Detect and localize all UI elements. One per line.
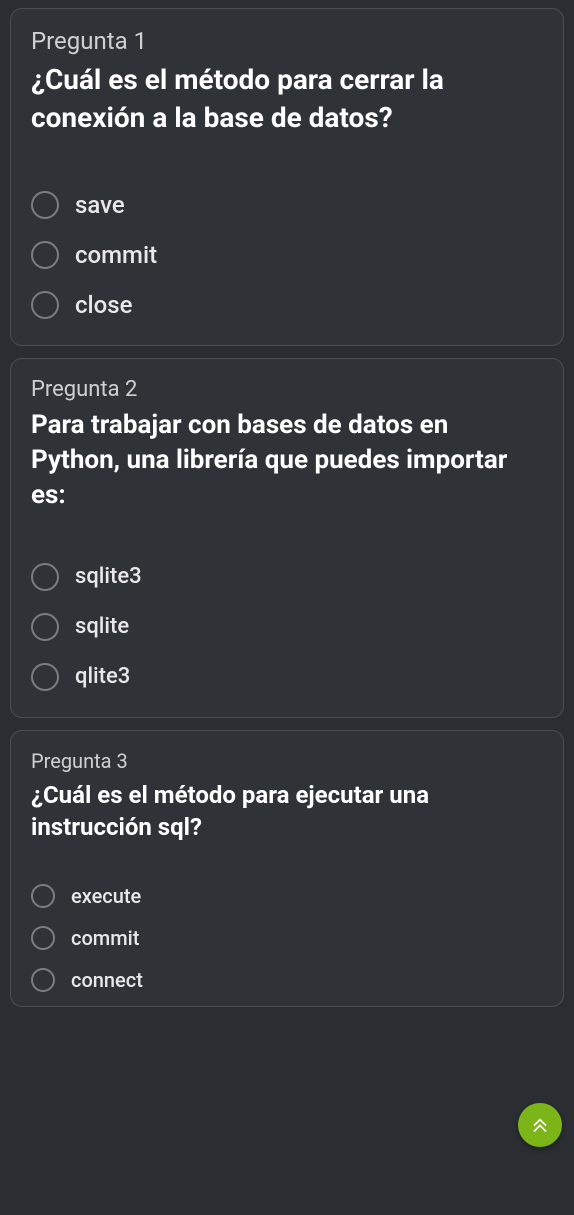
option-label: connect [71,968,143,992]
question-text: Para trabajar con bases de datos en Pyth… [31,408,543,513]
radio-icon [31,563,59,591]
radio-icon [31,191,59,219]
option-label: close [75,291,132,319]
option-label: commit [75,241,157,269]
radio-icon [31,663,59,691]
option-sqlite[interactable]: sqlite [31,609,543,645]
question-card-1: Pregunta 1 ¿Cuál es el método para cerra… [10,8,564,346]
option-commit[interactable]: commit [31,922,543,954]
radio-icon [31,926,55,950]
question-text: ¿Cuál es el método para ejecutar una ins… [31,779,543,844]
option-sqlite3[interactable]: sqlite3 [31,559,543,595]
option-label: qlite3 [75,664,130,689]
option-connect[interactable]: connect [31,964,543,996]
scroll-to-top-button[interactable] [518,1103,562,1147]
option-label: sqlite3 [75,564,142,589]
chevron-double-up-icon [530,1115,550,1135]
option-execute[interactable]: execute [31,880,543,912]
radio-icon [31,613,59,641]
question-number: Pregunta 2 [31,377,543,402]
option-qlite3[interactable]: qlite3 [31,659,543,695]
radio-icon [31,968,55,992]
option-save[interactable]: save [31,187,543,223]
options-group: execute commit connect [31,880,543,996]
option-label: commit [71,926,139,950]
option-label: sqlite [75,614,129,639]
question-number: Pregunta 3 [31,749,543,773]
option-label: save [75,191,125,219]
question-card-3: Pregunta 3 ¿Cuál es el método para ejecu… [10,730,564,1007]
option-label: execute [71,884,141,908]
question-number: Pregunta 1 [31,27,543,55]
question-text: ¿Cuál es el método para cerrar la conexi… [31,61,543,137]
options-group: save commit close [31,187,543,323]
option-commit[interactable]: commit [31,237,543,273]
radio-icon [31,884,55,908]
option-close[interactable]: close [31,287,543,323]
question-card-2: Pregunta 2 Para trabajar con bases de da… [10,358,564,718]
radio-icon [31,241,59,269]
radio-icon [31,291,59,319]
options-group: sqlite3 sqlite qlite3 [31,559,543,695]
